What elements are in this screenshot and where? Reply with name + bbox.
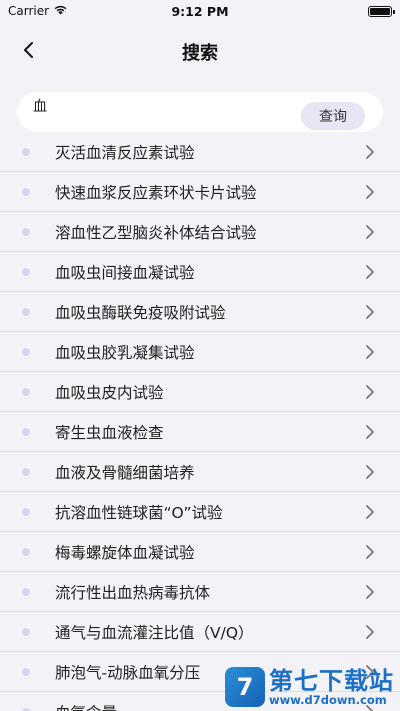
list-item-label: 通气与血流灌注比值（V/Q） bbox=[55, 623, 254, 642]
chevron-left-icon bbox=[22, 41, 34, 63]
list-item[interactable]: 血氧含量 bbox=[0, 692, 400, 711]
list-item-label: 梅毒螺旋体血凝试验 bbox=[55, 543, 195, 562]
list-item[interactable]: 血吸虫间接血凝试验 bbox=[0, 252, 400, 292]
list-item[interactable]: 梅毒螺旋体血凝试验 bbox=[0, 532, 400, 572]
bullet-dot-icon bbox=[22, 547, 30, 556]
list-item-label: 血吸虫皮内试验 bbox=[55, 383, 164, 402]
list-item-label: 肺泡气-动脉血氧分压 bbox=[55, 663, 201, 682]
chevron-right-icon bbox=[364, 383, 376, 401]
chevron-right-icon bbox=[364, 663, 376, 681]
battery-icon bbox=[368, 5, 395, 17]
list-item-label: 血吸虫胶乳凝集试验 bbox=[55, 343, 195, 362]
chevron-right-icon bbox=[364, 343, 376, 361]
list-item-label: 血吸虫酶联免疫吸附试验 bbox=[55, 303, 226, 322]
bullet-dot-icon bbox=[22, 187, 30, 196]
list-item[interactable]: 血吸虫酶联免疫吸附试验 bbox=[0, 292, 400, 332]
list-item-label: 快速血浆反应素环状卡片试验 bbox=[55, 183, 257, 202]
wifi-icon bbox=[53, 4, 68, 18]
bullet-dot-icon bbox=[22, 427, 30, 436]
nav-bar: 搜索 bbox=[0, 30, 400, 74]
bullet-dot-icon bbox=[22, 147, 30, 156]
chevron-right-icon bbox=[364, 263, 376, 281]
list-item[interactable]: 通气与血流灌注比值（V/Q） bbox=[0, 612, 400, 652]
chevron-right-icon bbox=[364, 623, 376, 641]
list-item-label: 血吸虫间接血凝试验 bbox=[55, 263, 195, 282]
list-item-label: 寄生虫血液检查 bbox=[55, 423, 164, 442]
bullet-dot-icon bbox=[22, 587, 30, 596]
chevron-right-icon bbox=[364, 303, 376, 321]
list-item-label: 溶血性乙型脑炎补体结合试验 bbox=[55, 223, 257, 242]
list-item[interactable]: 肺泡气-动脉血氧分压 bbox=[0, 652, 400, 692]
bullet-dot-icon bbox=[22, 347, 30, 356]
list-item[interactable]: 溶血性乙型脑炎补体结合试验 bbox=[0, 212, 400, 252]
list-item[interactable]: 血吸虫皮内试验 bbox=[0, 372, 400, 412]
chevron-right-icon bbox=[364, 503, 376, 521]
bullet-dot-icon bbox=[22, 507, 30, 516]
list-item[interactable]: 灭活血清反应素试验 bbox=[0, 132, 400, 172]
list-item[interactable]: 快速血浆反应素环状卡片试验 bbox=[0, 172, 400, 212]
search-bar: 查询 bbox=[17, 92, 383, 132]
search-input[interactable] bbox=[33, 98, 301, 114]
list-item[interactable]: 抗溶血性链球菌“O”试验 bbox=[0, 492, 400, 532]
list-item-label: 灭活血清反应素试验 bbox=[55, 143, 195, 162]
list-item[interactable]: 寄生虫血液检查 bbox=[0, 412, 400, 452]
list-item-label: 血液及骨髓细菌培养 bbox=[55, 463, 195, 482]
chevron-right-icon bbox=[364, 583, 376, 601]
bullet-dot-icon bbox=[22, 267, 30, 276]
list-item-label: 血氧含量 bbox=[55, 701, 117, 711]
list-item[interactable]: 血液及骨髓细菌培养 bbox=[0, 452, 400, 492]
chevron-right-icon bbox=[364, 543, 376, 561]
query-button[interactable]: 查询 bbox=[301, 102, 365, 130]
chevron-right-icon bbox=[364, 143, 376, 161]
page-title: 搜索 bbox=[182, 43, 218, 64]
list-item[interactable]: 血吸虫胶乳凝集试验 bbox=[0, 332, 400, 372]
status-bar: Carrier 9:12 PM bbox=[0, 0, 400, 22]
list-item-label: 抗溶血性链球菌“O”试验 bbox=[55, 503, 223, 522]
chevron-right-icon bbox=[364, 703, 376, 711]
chevron-right-icon bbox=[364, 223, 376, 241]
result-list: 灭活血清反应素试验快速血浆反应素环状卡片试验 溶血性乙型脑炎补体结合试验 血吸虫间接… bbox=[0, 132, 400, 711]
bullet-dot-icon bbox=[22, 467, 30, 476]
bullet-dot-icon bbox=[22, 627, 30, 636]
status-left: Carrier bbox=[8, 4, 68, 18]
bullet-dot-icon bbox=[22, 667, 30, 676]
bullet-dot-icon bbox=[22, 387, 30, 396]
carrier-label: Carrier bbox=[8, 4, 50, 18]
list-item[interactable]: 流行性出血热病毒抗体 bbox=[0, 572, 400, 612]
bullet-dot-icon bbox=[22, 307, 30, 316]
chevron-right-icon bbox=[364, 463, 376, 481]
chevron-right-icon bbox=[364, 183, 376, 201]
chevron-right-icon bbox=[364, 423, 376, 441]
battery-level bbox=[370, 7, 390, 15]
list-item-label: 流行性出血热病毒抗体 bbox=[55, 583, 211, 602]
bullet-dot-icon bbox=[22, 227, 30, 236]
back-button[interactable] bbox=[12, 36, 44, 68]
